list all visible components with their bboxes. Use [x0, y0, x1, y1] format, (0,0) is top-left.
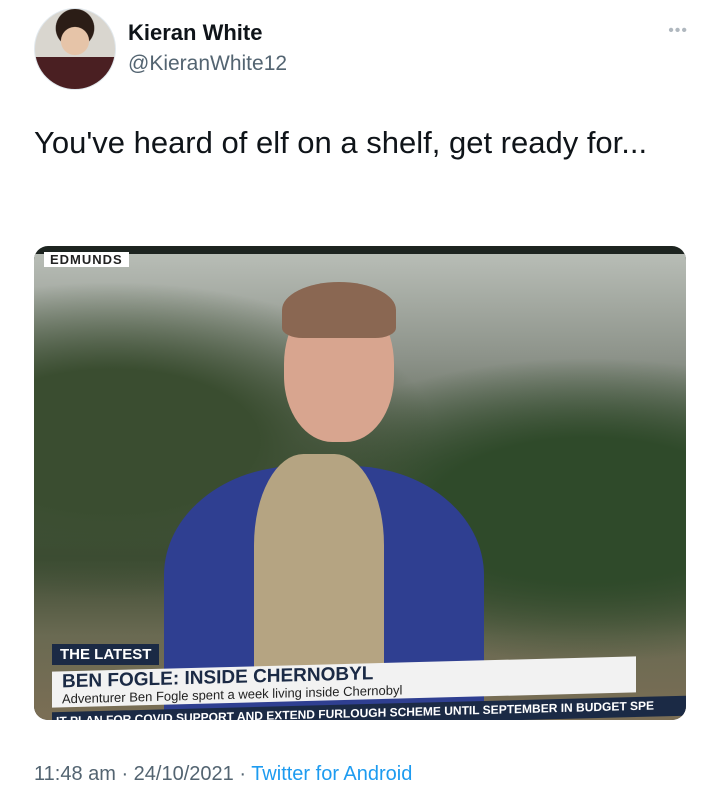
avatar[interactable] [34, 8, 116, 90]
tweet-metadata: 11:48 am · 24/10/2021 · Twitter for Andr… [34, 763, 412, 786]
station-label: EDMUNDS [44, 252, 129, 267]
author-name[interactable]: Kieran White [128, 20, 262, 46]
tweet-source-link[interactable]: Twitter for Android [251, 763, 412, 785]
tweet-timestamp[interactable]: 11:48 am · 24/10/2021 · [34, 763, 251, 785]
presenter-hair [282, 282, 396, 338]
tv-screen-photo: EDMUNDS THE LATEST BEN FOGLE: INSIDE CHE… [34, 252, 686, 720]
author-handle[interactable]: @KieranWhite12 [128, 52, 287, 76]
tweet-header: Kieran White @KieranWhite12 ••• [34, 8, 694, 92]
tweet-media[interactable]: EDMUNDS THE LATEST BEN FOGLE: INSIDE CHE… [34, 246, 686, 720]
tweet-text: You've heard of elf on a shelf, get read… [34, 125, 648, 160]
news-lower-third: THE LATEST BEN FOGLE: INSIDE CHERNOBYL A… [52, 630, 686, 720]
latest-tag: THE LATEST [52, 644, 160, 665]
more-options-icon[interactable]: ••• [668, 22, 688, 40]
